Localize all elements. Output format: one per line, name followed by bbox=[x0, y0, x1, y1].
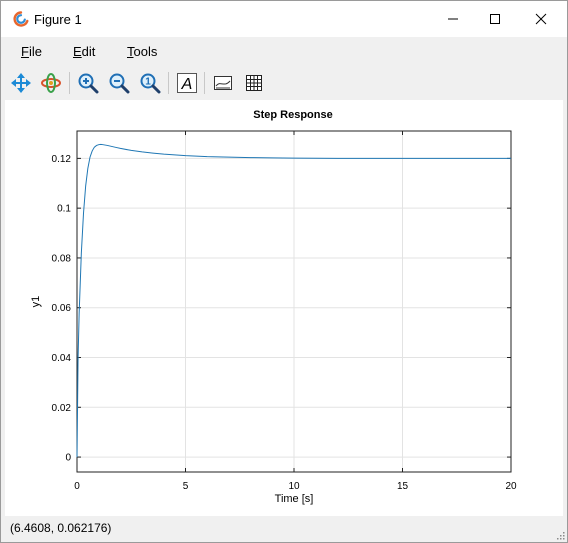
y-axis-label: y1 bbox=[30, 296, 42, 308]
title-bar[interactable]: Figure 1 bbox=[1, 1, 567, 37]
svg-text:A: A bbox=[181, 76, 193, 93]
step-response-chart[interactable]: Step Response 0 5 10 15 2000.020.040.060.080… bbox=[5, 100, 563, 516]
grid-icon bbox=[246, 75, 262, 91]
axis-ticks: 0 5 10 15 20 0 0.02 0.04 0.06 0.08 0.1 0.12 bbox=[52, 131, 517, 492]
close-icon bbox=[535, 13, 547, 25]
minimize-icon bbox=[448, 18, 458, 20]
toolbar: 1 A bbox=[1, 67, 567, 99]
zoom-reset-icon: 1 bbox=[140, 73, 161, 94]
x-tick-label: 20 bbox=[505, 481, 517, 492]
chart-title: Step Response bbox=[253, 109, 332, 121]
x-tick-label: 10 bbox=[288, 481, 300, 492]
x-axis-label: Time [s] bbox=[275, 493, 314, 505]
x-tick-label: 15 bbox=[397, 481, 409, 492]
menu-tools[interactable]: Tools bbox=[127, 44, 157, 59]
matlab-app-icon bbox=[13, 11, 29, 27]
menu-bar: File Edit Tools bbox=[1, 37, 567, 65]
legend-icon bbox=[214, 76, 232, 90]
maximize-button[interactable] bbox=[473, 5, 517, 33]
pan-button[interactable] bbox=[7, 69, 35, 97]
x-tick-label: 5 bbox=[183, 481, 189, 492]
status-bar: (6.4608, 0.062176) bbox=[1, 517, 567, 542]
legend-button[interactable] bbox=[209, 69, 237, 97]
toolbar-separator bbox=[204, 72, 205, 94]
zoom-in-icon bbox=[78, 73, 99, 94]
zoom-in-button[interactable] bbox=[74, 69, 102, 97]
minimize-button[interactable] bbox=[431, 5, 475, 33]
window-title: Figure 1 bbox=[34, 12, 82, 27]
rotate-3d-button[interactable] bbox=[37, 69, 65, 97]
menu-file[interactable]: File bbox=[21, 44, 42, 59]
svg-text:1: 1 bbox=[145, 77, 151, 88]
resize-grip-icon[interactable] bbox=[555, 530, 565, 540]
figure-window: Figure 1 File Edit Tools 1 A Step Respon… bbox=[0, 0, 568, 543]
y-tick-label: 0 bbox=[65, 453, 71, 464]
cursor-coordinates: (6.4608, 0.062176) bbox=[10, 521, 112, 535]
figure-canvas[interactable]: Step Response 0 5 10 15 20 0 0.02 0.04 0.06 0.08 0… bbox=[5, 100, 563, 516]
zoom-reset-button[interactable]: 1 bbox=[136, 69, 164, 97]
toolbar-separator bbox=[168, 72, 169, 94]
rotate-3d-icon bbox=[41, 73, 61, 93]
pan-arrows-icon bbox=[11, 73, 31, 93]
toolbar-separator bbox=[69, 72, 70, 94]
y-tick-label: 0.02 bbox=[52, 403, 72, 414]
zoom-out-icon bbox=[109, 73, 130, 94]
y-tick-label: 0.04 bbox=[52, 353, 72, 364]
y-tick-label: 0.12 bbox=[52, 154, 72, 165]
menu-edit[interactable]: Edit bbox=[73, 44, 95, 59]
insert-text-button[interactable]: A bbox=[173, 69, 201, 97]
x-tick-label: 0 bbox=[74, 481, 80, 492]
grid-button[interactable] bbox=[240, 69, 268, 97]
y-tick-label: 0.08 bbox=[52, 253, 72, 264]
maximize-icon bbox=[490, 14, 500, 24]
text-a-icon: A bbox=[177, 73, 197, 93]
grid-lines bbox=[76, 131, 512, 472]
y-tick-label: 0.1 bbox=[57, 204, 71, 215]
close-button[interactable] bbox=[519, 5, 563, 33]
y-tick-label: 0.06 bbox=[52, 303, 72, 314]
zoom-out-button[interactable] bbox=[105, 69, 133, 97]
